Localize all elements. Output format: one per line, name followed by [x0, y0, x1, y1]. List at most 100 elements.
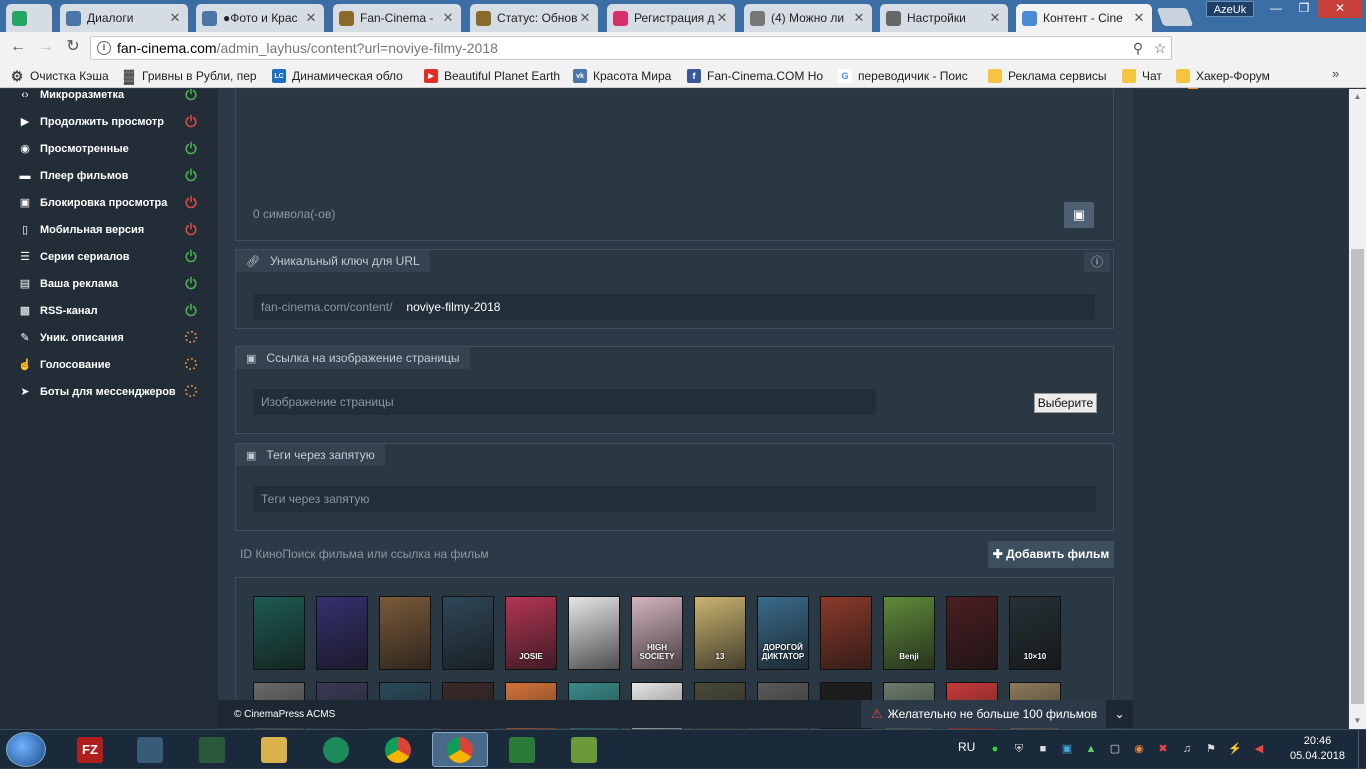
- power-icon[interactable]: [184, 141, 200, 157]
- sidebar-item[interactable]: ▶ Продолжить просмотр: [0, 108, 218, 135]
- scroll-up-icon[interactable]: ▲: [1349, 89, 1366, 105]
- power-icon[interactable]: [184, 168, 200, 184]
- film-poster[interactable]: [442, 596, 494, 670]
- taskbar-app-download-manager[interactable]: [494, 732, 550, 767]
- profile-button[interactable]: AzeUk: [1206, 1, 1254, 17]
- volume-tray-icon[interactable]: ♫: [1180, 742, 1194, 756]
- scroll-thumb[interactable]: [1351, 249, 1364, 704]
- film-poster[interactable]: [568, 596, 620, 670]
- chevron-down-icon[interactable]: ⌄: [1106, 700, 1133, 728]
- film-poster[interactable]: [316, 596, 368, 670]
- loading-icon[interactable]: [184, 330, 200, 346]
- bookmark-item[interactable]: f Fan-Cinema.COM Но: [687, 67, 833, 85]
- info-icon[interactable]: i: [97, 41, 111, 55]
- taskbar-app-opera[interactable]: [308, 732, 364, 767]
- film-poster[interactable]: [379, 596, 431, 670]
- film-poster[interactable]: Benji: [883, 596, 935, 670]
- sidebar-item[interactable]: ◉ Просмотренные: [0, 135, 218, 162]
- taskbar-app-filezilla[interactable]: FZ: [62, 732, 118, 767]
- address-bar[interactable]: i fan-cinema.com/admin_layhus/content?ur…: [90, 36, 1172, 60]
- close-window-button[interactable]: ✕: [1318, 0, 1362, 18]
- taskbar-app-terminal[interactable]: [184, 732, 240, 767]
- device-tray-icon[interactable]: ■: [1036, 742, 1050, 756]
- close-tab-icon[interactable]: ✕: [168, 10, 182, 26]
- film-poster[interactable]: ДОРОГОЙ ДИКТАТОР: [757, 596, 809, 670]
- browser-tab[interactable]: Настройки ✕: [880, 4, 1008, 32]
- sidebar-item[interactable]: ▣ Блокировка просмотра: [0, 189, 218, 216]
- usb-tray-icon[interactable]: ✖: [1156, 742, 1170, 756]
- film-poster[interactable]: [253, 596, 305, 670]
- bookmark-star-icon[interactable]: ☆: [1149, 40, 1171, 57]
- address-url[interactable]: fan-cinema.com/admin_layhus/content?url=…: [117, 40, 1127, 56]
- power-icon[interactable]: [184, 89, 200, 103]
- power-tray-icon[interactable]: ⚡: [1228, 742, 1242, 756]
- taskbar-app-notepad[interactable]: [556, 732, 612, 767]
- close-tab-icon[interactable]: ✕: [1132, 10, 1146, 26]
- film-poster[interactable]: HIGH SOCIETY: [631, 596, 683, 670]
- sidebar-item[interactable]: ✎ Уник. описания: [0, 324, 218, 351]
- sidebar-item[interactable]: ‹› Микроразметка: [0, 89, 218, 108]
- power-icon[interactable]: [184, 249, 200, 265]
- minimize-button[interactable]: —: [1262, 0, 1290, 18]
- add-film-button[interactable]: ✚ Добавить фильм: [988, 541, 1114, 568]
- film-poster[interactable]: JOSIE: [505, 596, 557, 670]
- speaker-tray-icon[interactable]: ◀: [1252, 742, 1266, 756]
- bookmark-item[interactable]: Реклама сервисы: [988, 67, 1112, 85]
- new-tab-button[interactable]: [1156, 8, 1194, 26]
- shield-tray-icon[interactable]: ⛨: [1012, 742, 1026, 756]
- globe-tray-icon[interactable]: ●: [988, 742, 1002, 756]
- film-poster[interactable]: 13: [694, 596, 746, 670]
- close-tab-icon[interactable]: ✕: [441, 10, 455, 26]
- more-bookmarks-icon[interactable]: »: [1332, 66, 1339, 81]
- url-key-field[interactable]: fan-cinema.com/content/ noviye-filmy-201…: [253, 294, 1095, 320]
- film-id-input[interactable]: ID КиноПоиск фильма или ссылка на фильм: [235, 541, 988, 568]
- page-image-input[interactable]: Изображение страницы: [253, 389, 876, 415]
- taskbar-app-chrome-active[interactable]: [432, 732, 488, 767]
- sidebar-item[interactable]: ▤ Ваша реклама: [0, 270, 218, 297]
- bookmark-item[interactable]: ▓ Гривны в Рубли, пер: [122, 67, 266, 85]
- browser-tab[interactable]: [6, 4, 52, 32]
- bookmark-item[interactable]: LC Динамическая обло: [272, 67, 420, 85]
- taskbar-app-chrome[interactable]: [370, 732, 426, 767]
- bookmark-item[interactable]: Хакер-Форум: [1176, 67, 1286, 85]
- show-desktop-button[interactable]: [1358, 730, 1366, 769]
- taskbar-app-network[interactable]: [122, 732, 178, 767]
- description-editor[interactable]: 0 символа(-ов) ▣: [235, 89, 1114, 241]
- sidebar-item[interactable]: ☰ Серии сериалов: [0, 243, 218, 270]
- taskbar-app-explorer[interactable]: [246, 732, 302, 767]
- info-circle-icon[interactable]: ⓘ: [1084, 252, 1110, 272]
- browser-tab[interactable]: Диалоги ✕: [60, 4, 188, 32]
- start-button[interactable]: [6, 732, 46, 767]
- bookmark-item[interactable]: Gпереводичик - Поис: [838, 67, 982, 85]
- close-tab-icon[interactable]: ✕: [304, 10, 318, 26]
- scroll-down-icon[interactable]: ▼: [1349, 713, 1366, 729]
- flag-tray-icon[interactable]: ⚑: [1204, 742, 1218, 756]
- browser-tab[interactable]: Контент - Cine ✕: [1016, 4, 1152, 32]
- sidebar-item[interactable]: ▩ RSS-канал: [0, 297, 218, 324]
- power-icon[interactable]: [184, 114, 200, 130]
- insert-image-button[interactable]: ▣: [1064, 202, 1094, 228]
- browser-tab[interactable]: Fan-Cinema - ✕: [333, 4, 461, 32]
- close-tab-icon[interactable]: ✕: [578, 10, 592, 26]
- choose-file-button[interactable]: Выберите: [1034, 393, 1097, 413]
- language-indicator[interactable]: RU: [958, 740, 975, 754]
- power-icon[interactable]: [184, 222, 200, 238]
- sidebar-item[interactable]: ☝ Голосование: [0, 351, 218, 378]
- url-key-input[interactable]: noviye-filmy-2018: [406, 300, 500, 314]
- app-tray-icon[interactable]: ◉: [1132, 742, 1146, 756]
- sidebar-item[interactable]: ➤ Боты для мессенджеров: [0, 378, 218, 405]
- loading-icon[interactable]: [184, 357, 200, 373]
- nvidia-tray-icon[interactable]: ▲: [1084, 742, 1098, 756]
- close-tab-icon[interactable]: ✕: [715, 10, 729, 26]
- browser-tab[interactable]: Статус: Обнов ✕: [470, 4, 598, 32]
- bookmark-item[interactable]: Чат: [1122, 67, 1170, 85]
- bookmark-item[interactable]: ⚙ Очистка Кэша: [10, 67, 118, 85]
- back-icon[interactable]: ←: [8, 37, 28, 57]
- forward-icon[interactable]: →: [36, 37, 56, 57]
- page-scrollbar[interactable]: ▲ ▼: [1349, 89, 1366, 729]
- zoom-icon[interactable]: ⚲: [1127, 40, 1149, 57]
- film-poster[interactable]: 10×10: [1009, 596, 1061, 670]
- maximize-button[interactable]: ❐: [1290, 0, 1318, 18]
- loading-icon[interactable]: [184, 384, 200, 400]
- close-tab-icon[interactable]: ✕: [852, 10, 866, 26]
